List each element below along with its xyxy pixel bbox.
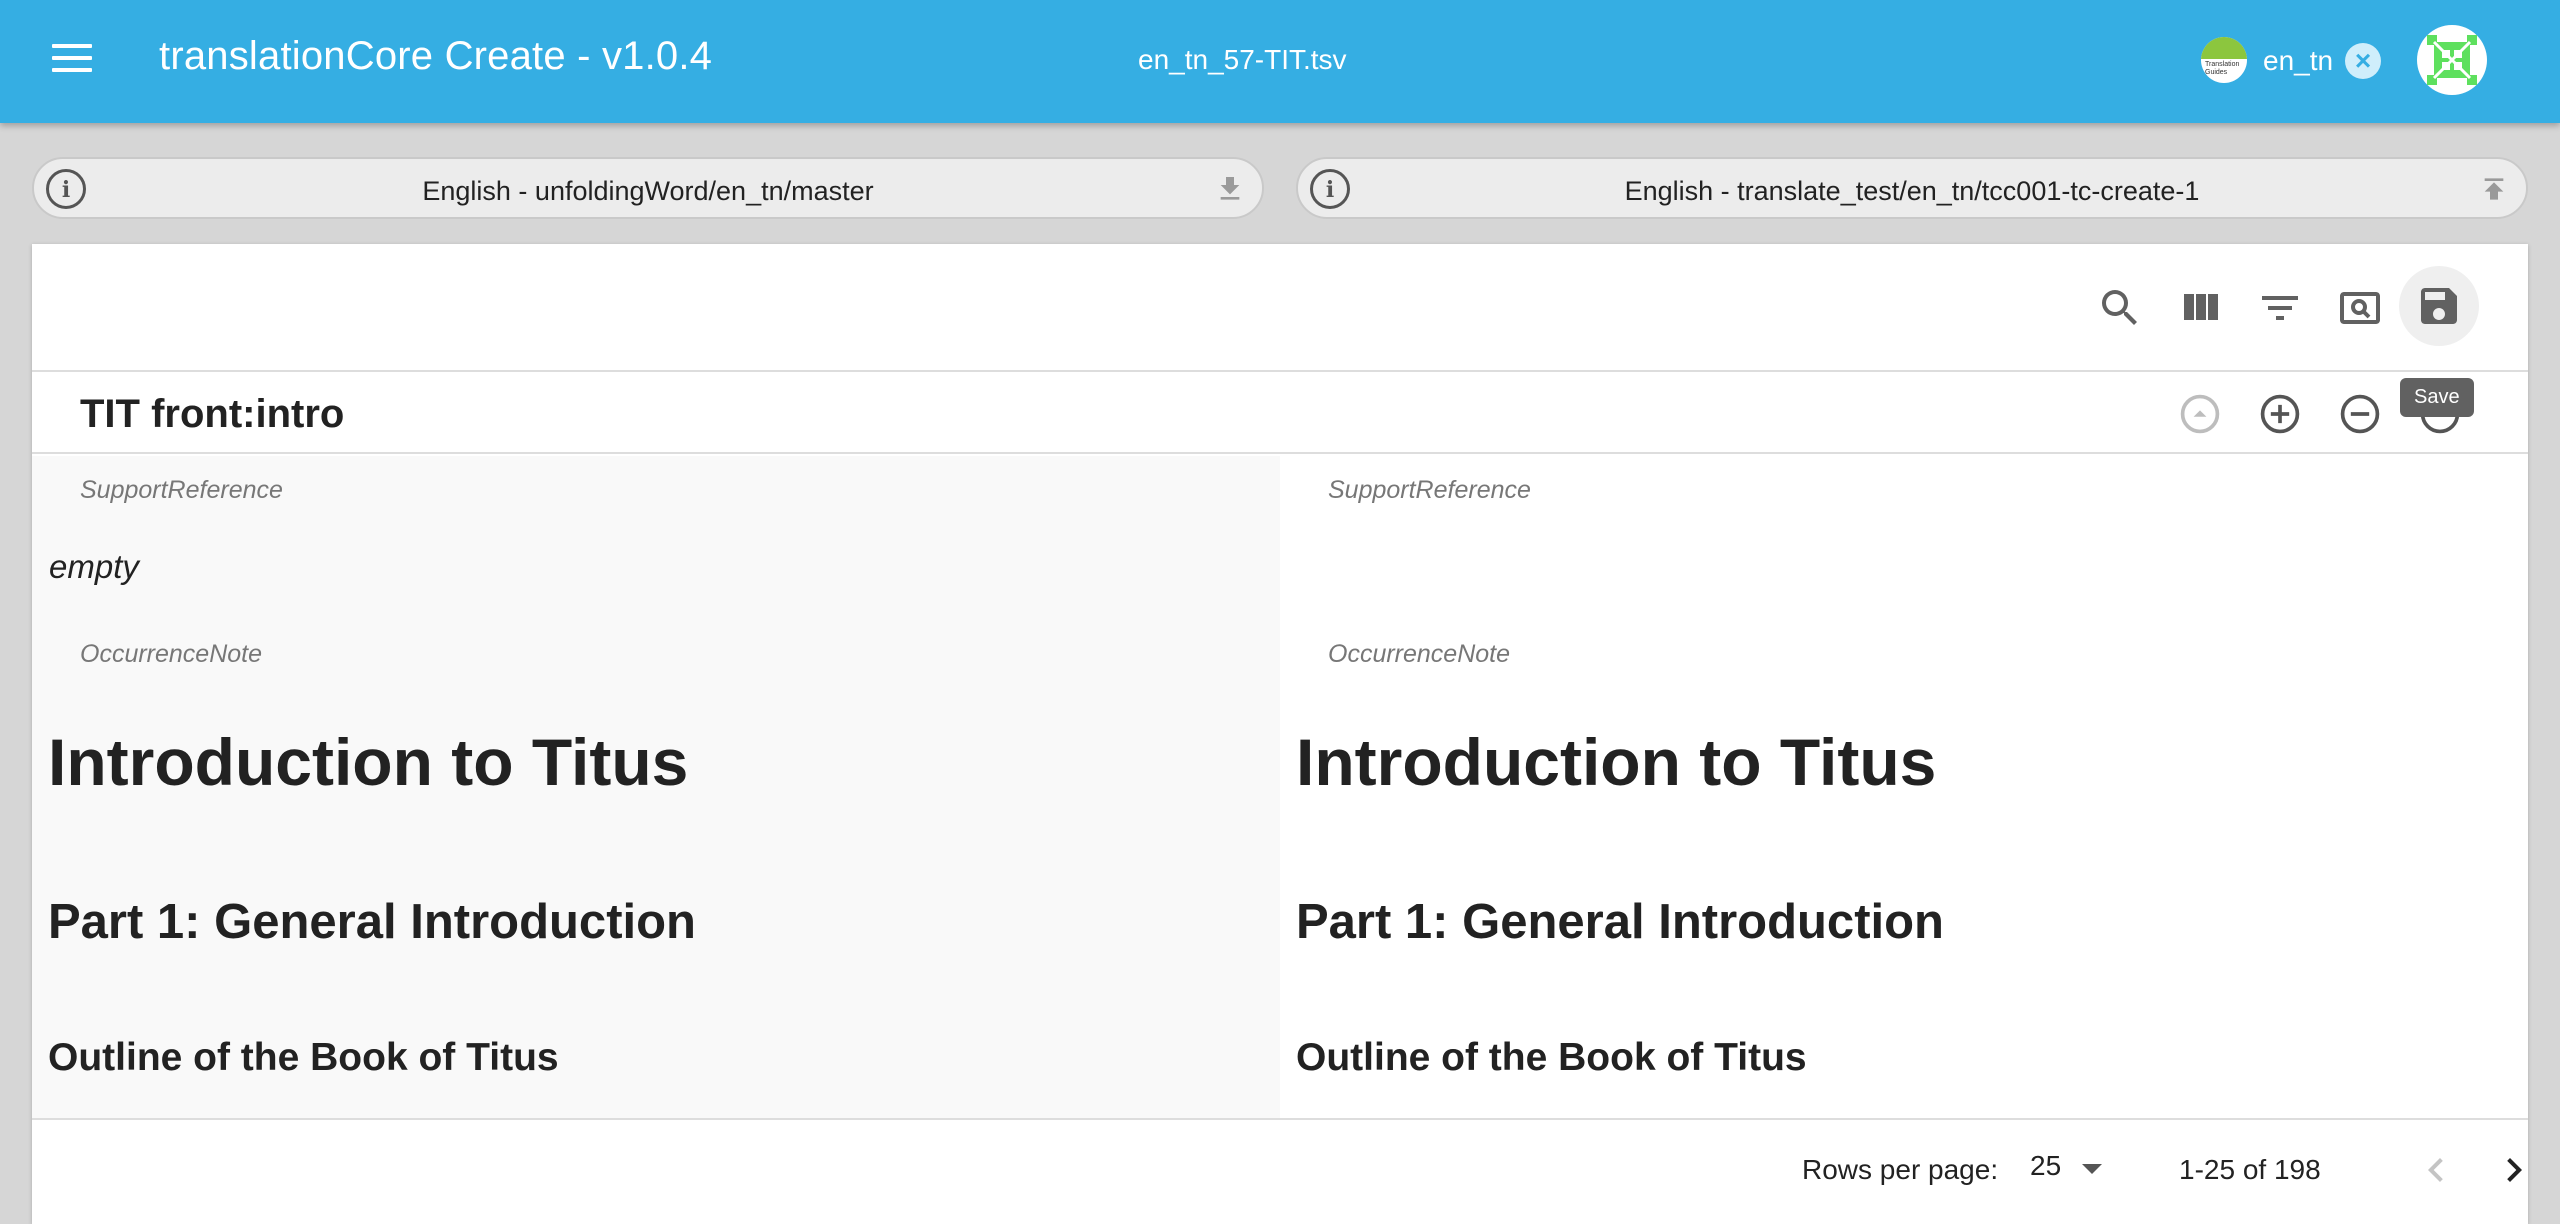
pagination-footer: Rows per page: 25 1-25 of 198 xyxy=(32,1118,2528,1224)
upload-icon[interactable] xyxy=(2478,173,2510,205)
occurrence-note-label: OccurrenceNote xyxy=(1328,640,1511,668)
note-heading-3: Outline of the Book of Titus xyxy=(48,1036,559,1079)
pagination-range: 1-25 of 198 xyxy=(2179,1154,2321,1185)
note-heading-1: Introduction to Titus xyxy=(48,725,689,799)
next-page-icon[interactable] xyxy=(2490,1146,2538,1194)
note-heading-3[interactable]: Outline of the Book of Titus xyxy=(1296,1036,1807,1080)
rows-per-page-select[interactable]: 25 xyxy=(2030,1150,2110,1190)
search-icon[interactable] xyxy=(2096,284,2144,332)
chevron-down-icon xyxy=(2082,1164,2102,1174)
download-icon[interactable] xyxy=(1214,173,1246,205)
source-resource-bar: i English - unfoldingWord/en_tn/master xyxy=(32,157,1264,219)
support-reference-label: SupportReference xyxy=(1328,476,1531,504)
org-avatar: Translation Guides xyxy=(2201,37,2247,83)
datatable-card: TIT front:intro Save SupportReference em… xyxy=(32,244,2528,1224)
target-resource-bar: i English - translate_test/en_tn/tcc001-… xyxy=(1296,157,2528,219)
rows-per-page-value: 25 xyxy=(2030,1150,2062,1181)
save-button[interactable] xyxy=(2399,266,2479,346)
note-heading-1[interactable]: Introduction to Titus xyxy=(1296,724,1936,800)
close-icon[interactable]: × xyxy=(2345,43,2381,79)
support-reference-label: SupportReference xyxy=(80,476,283,504)
filter-icon[interactable] xyxy=(2256,284,2304,332)
save-tooltip: Save xyxy=(2400,378,2474,417)
preview-icon[interactable] xyxy=(2336,284,2384,332)
note-heading-2[interactable]: Part 1: General Introduction xyxy=(1296,894,1944,950)
view-columns-icon[interactable] xyxy=(2176,284,2224,332)
language-label: en_tn xyxy=(2263,45,2334,76)
menu-icon[interactable] xyxy=(52,44,92,76)
target-column[interactable]: SupportReference OccurrenceNote Introduc… xyxy=(1280,456,2528,1118)
save-icon xyxy=(2421,288,2457,324)
app-bar: translationCore Create - v1.0.4 en_tn_57… xyxy=(0,0,2560,123)
support-reference-value: empty xyxy=(49,548,139,585)
source-resource-label: English - unfoldingWord/en_tn/master xyxy=(422,176,874,206)
row-title: TIT front:intro xyxy=(80,392,345,436)
row-header: TIT front:intro xyxy=(32,372,2528,454)
user-avatar[interactable] xyxy=(2417,25,2487,95)
source-column: SupportReference empty OccurrenceNote In… xyxy=(32,456,1280,1118)
org-logo-text: Translation Guides xyxy=(2205,61,2240,76)
expand-up-icon[interactable] xyxy=(2178,392,2222,436)
target-resource-label: English - translate_test/en_tn/tcc001-tc… xyxy=(1624,176,2200,206)
note-heading-2: Part 1: General Introduction xyxy=(48,895,696,949)
table-toolbar xyxy=(32,244,2528,372)
rows-per-page-label: Rows per page: xyxy=(1802,1154,1999,1185)
previous-page-icon[interactable] xyxy=(2412,1146,2460,1194)
occurrence-note-label: OccurrenceNote xyxy=(80,640,263,668)
app-title: translationCore Create - v1.0.4 xyxy=(159,34,713,78)
file-name: en_tn_57-TIT.tsv xyxy=(1138,44,1347,75)
remove-row-icon[interactable] xyxy=(2338,392,2382,436)
add-row-icon[interactable] xyxy=(2258,392,2302,436)
